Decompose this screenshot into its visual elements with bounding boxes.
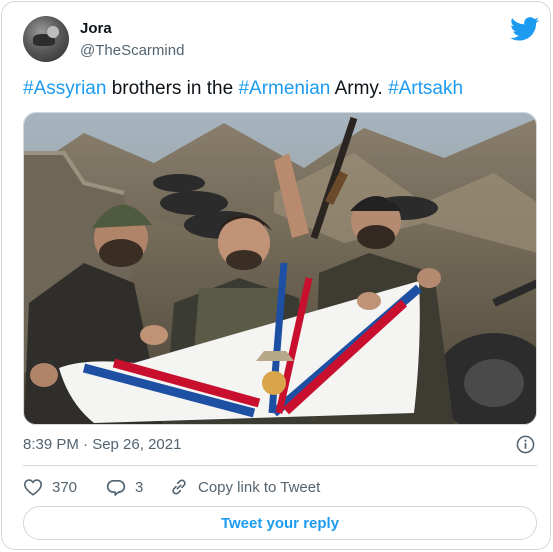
avatar[interactable]: [23, 16, 69, 62]
link-icon: [172, 479, 186, 495]
reply-bubble-icon: [106, 479, 126, 496]
tweet-text-segment: Army.: [330, 78, 389, 99]
hashtag-link[interactable]: #Artsakh: [388, 78, 463, 99]
tweet-text: #Assyrian brothers in the #Armenian Army…: [23, 78, 463, 100]
reply-count: 3: [135, 478, 144, 496]
reply-button[interactable]: 3: [106, 476, 143, 498]
hashtag-link[interactable]: #Armenian: [238, 78, 330, 99]
copy-link-button[interactable]: Copy link to Tweet: [169, 476, 320, 498]
author-display-name[interactable]: Jora: [80, 20, 112, 37]
twitter-bird-icon: [510, 17, 539, 41]
hashtag-link[interactable]: #Assyrian: [23, 78, 106, 99]
tweet-card: Jora @TheScarmind #Assyrian brothers in …: [1, 1, 551, 550]
tweet-text-segment: brothers in the: [106, 78, 239, 99]
photo-scene: [24, 113, 536, 424]
tweet-photo[interactable]: [23, 112, 537, 425]
tweet-your-reply-button[interactable]: Tweet your reply: [23, 506, 537, 540]
tweet-timestamp[interactable]: 8:39 PM · Sep 26, 2021: [23, 436, 181, 453]
like-count: 370: [52, 478, 78, 496]
heart-icon: [23, 479, 43, 496]
divider: [23, 465, 537, 466]
like-button[interactable]: 370: [23, 476, 77, 498]
author-handle[interactable]: @TheScarmind: [80, 42, 184, 59]
info-icon[interactable]: [516, 435, 535, 454]
copy-link-label: Copy link to Tweet: [198, 478, 321, 496]
